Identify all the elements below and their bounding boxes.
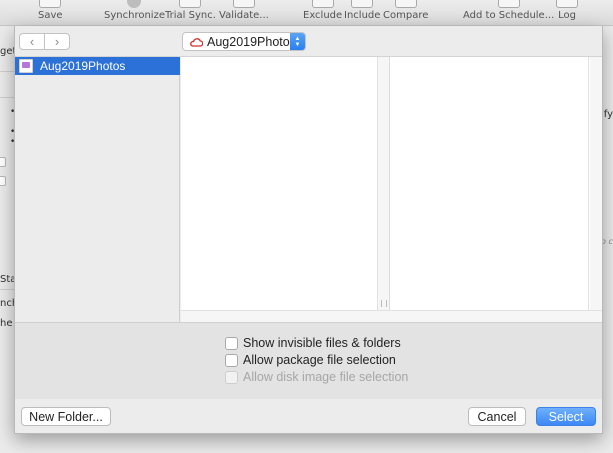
cloud-icon [190,37,203,47]
bg-divider [0,71,14,72]
trial-sync-icon [179,0,202,8]
log-icon [556,0,578,8]
allow-disk-image-label: Allow disk image file selection [243,370,409,384]
toolbar-compare-label: Compare [383,10,429,21]
column-resize-handle[interactable] [381,300,387,307]
checkbox [225,353,238,367]
show-invisible-checkbox[interactable]: Show invisible files & folders [225,335,401,351]
toolbar-log-label: Log [558,10,576,21]
sidebar-item-aug2019photos[interactable]: Aug2019Photos [15,57,180,75]
bg-field [0,176,6,186]
column-tail [590,57,602,310]
select-button[interactable]: Select [536,407,596,426]
panel-footer: New Folder... Cancel Select [15,399,602,433]
browser-column-1[interactable] [181,57,378,310]
open-panel-sheet: ‹ › Aug2019Photos ▲ ▼ Aug2019Photos Show… [14,26,603,434]
disk-image-icon [19,59,33,73]
allow-disk-image-checkbox: Allow disk image file selection [225,369,408,385]
back-button[interactable]: ‹ [20,34,44,49]
panel-options: Show invisible files & folders Allow pac… [15,322,602,399]
bg-divider [0,97,14,98]
toolbar-save-button[interactable]: Save [38,0,63,26]
toolbar-log-button[interactable]: Log [556,0,578,26]
column-divider [378,57,390,310]
sidebar-item-label: Aug2019Photos [40,59,126,73]
bg-text-he: he [0,318,13,329]
panel-top-bar: ‹ › Aug2019Photos ▲ ▼ [15,26,602,57]
bg-field [0,157,6,167]
exclude-icon [311,0,334,8]
toolbar-add-to-schedule-button[interactable]: Add to Schedule... [463,0,554,26]
toolbar-add-to-schedule-label: Add to Schedule... [463,10,555,21]
horizontal-scrollbar[interactable] [181,310,602,322]
app-toolbar: Save Synchronize Trial Sync. Validate...… [0,0,613,26]
checkbox [225,336,238,350]
synchronize-icon [127,0,142,8]
validate-icon [232,0,255,8]
toolbar-include-button[interactable]: Include [344,0,380,26]
checkbox [225,370,238,384]
toolbar-validate-button[interactable]: Validate... [219,0,269,26]
bg-divider [0,289,14,290]
toolbar-exclude-button[interactable]: Exclude [303,0,342,26]
cancel-button[interactable]: Cancel [468,407,526,426]
toolbar-exclude-label: Exclude [303,10,343,21]
new-folder-button[interactable]: New Folder... [21,407,111,426]
toolbar-trial-sync-label: Trial Sync. [165,10,216,21]
schedule-icon [497,0,520,8]
show-invisible-label: Show invisible files & folders [243,336,401,350]
toolbar-include-label: Include [344,10,381,21]
compare-icon [394,0,417,8]
toolbar-validate-label: Validate... [219,10,269,21]
file-browser [181,57,602,322]
location-label: Aug2019Photos [207,34,296,49]
toolbar-trial-sync-button[interactable]: Trial Sync. [165,0,216,26]
chevron-left-icon: ‹ [29,34,35,49]
browser-column-2[interactable] [391,57,589,310]
back-forward-control: ‹ › [19,33,70,50]
panel-sidebar: Aug2019Photos [15,57,180,322]
toolbar-synchronize-label: Synchronize [104,10,165,21]
include-icon [351,0,374,8]
location-popup[interactable]: Aug2019Photos ▲ ▼ [182,32,306,51]
up-down-arrows-icon: ▲ ▼ [290,33,305,50]
allow-package-checkbox[interactable]: Allow package file selection [225,352,396,368]
save-icon [39,0,62,8]
allow-package-label: Allow package file selection [243,353,396,367]
toolbar-compare-button[interactable]: Compare [383,0,428,26]
forward-button[interactable]: › [44,34,69,49]
toolbar-synchronize-button[interactable]: Synchronize [104,0,165,26]
toolbar-save-label: Save [38,10,63,21]
chevron-right-icon: › [54,34,60,49]
